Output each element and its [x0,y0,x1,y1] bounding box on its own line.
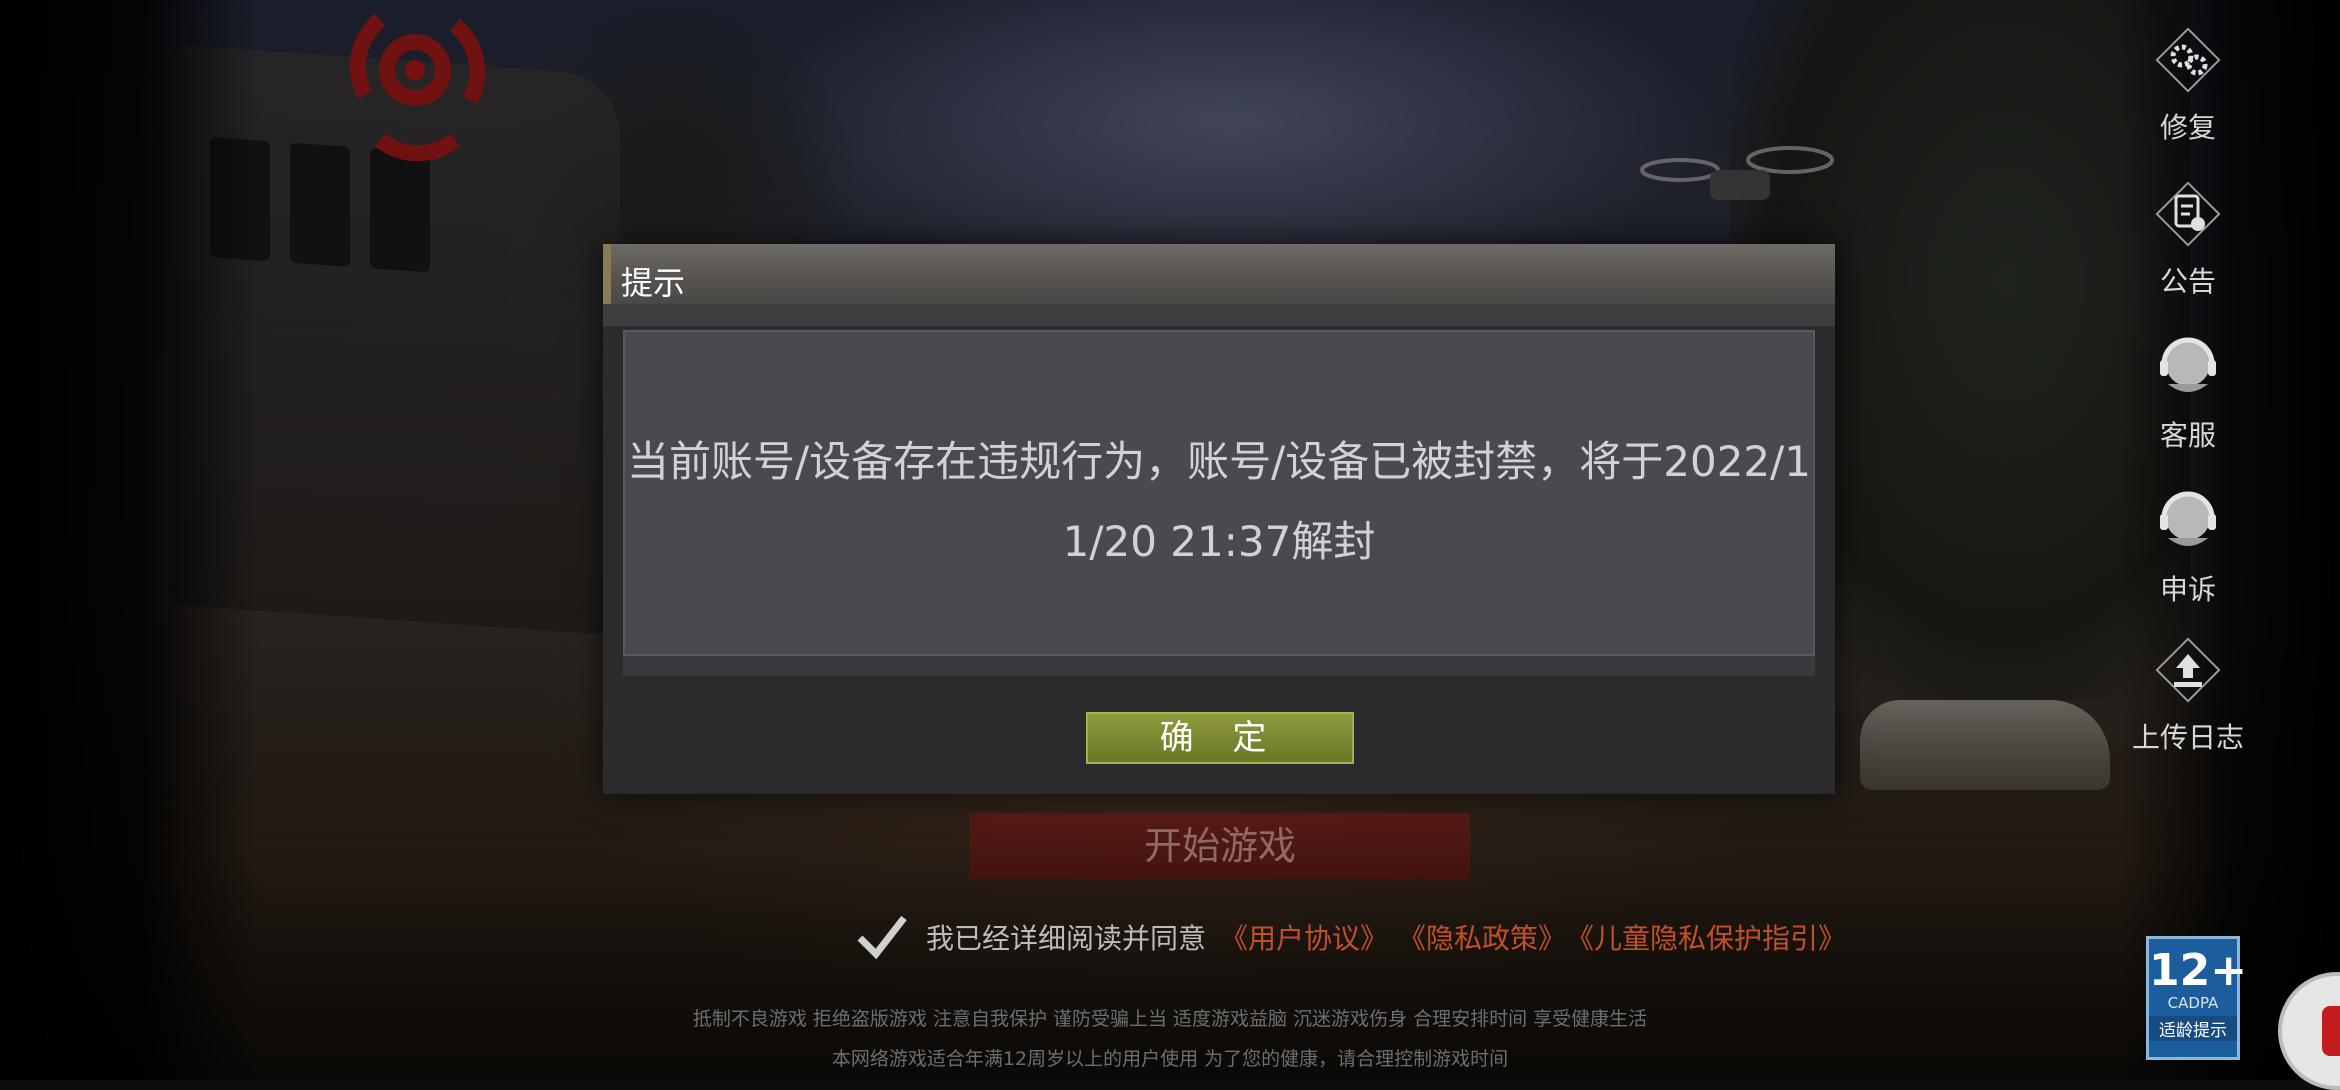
side-appeal-button[interactable]: 申诉 [2138,482,2238,608]
headset-icon [2160,491,2216,546]
gears-icon [2155,27,2221,93]
privacy-policy-link[interactable]: 《隐私政策》 [1398,917,1566,957]
drone-illustration [1640,146,1834,200]
agreement-row: 我已经详细阅读并同意 《用户协议》 《隐私政策》 《儿童隐私保护指引》 [856,912,1846,962]
agreement-text: 我已经详细阅读并同意 [926,922,1207,955]
notice-icon [2155,181,2221,247]
age-tip-label: 适龄提示 [2149,1016,2237,1041]
dialog-divider [603,304,1835,326]
message-panel-footer [623,656,1815,676]
start-game-button[interactable]: 开始游戏 [970,813,1470,879]
side-label: 公告 [2159,265,2216,298]
side-label: 修复 [2159,111,2216,144]
side-notice-button[interactable]: 公告 [2138,174,2238,300]
user-agreement-link[interactable]: 《用户协议》 [1220,917,1388,957]
side-label: 申诉 [2159,573,2216,606]
message-panel: 当前账号/设备存在违规行为，账号/设备已被封禁，将于2022/11/20 21:… [623,330,1815,656]
age-rating: 12+ [2149,945,2248,996]
side-label: 上传日志 [2131,721,2244,754]
biohazard-logo-icon [349,13,486,162]
age-advisory: 本网络游戏适合年满12周岁以上的用户使用 为了您的健康，请合理控制游戏时间 [831,1048,1509,1070]
headset-icon [2160,337,2216,392]
age-rating-badge[interactable]: 12+ CADPA 适龄提示 [2146,936,2248,1060]
rating-org: CADPA [2167,994,2219,1012]
side-label: 客服 [2159,419,2216,452]
child-privacy-link[interactable]: 《儿童隐私保护指引》 [1566,917,1846,957]
left-vignette [0,0,260,1080]
side-service-button[interactable]: 客服 [2138,328,2238,454]
agreement-checkbox-icon[interactable] [856,912,908,962]
dialog-title: 提示 [621,264,686,302]
notice-dialog: 提示 当前账号/设备存在违规行为，账号/设备已被封禁，将于2022/11/20 … [603,244,1835,794]
dialog-header: 提示 [603,244,1835,304]
side-upload-log-button[interactable]: 上传日志 [2132,630,2244,756]
side-repair-button[interactable]: 修复 [2138,20,2238,146]
health-advisory: 抵制不良游戏 拒绝盗版游戏 注意自我保护 谨防受骗上当 适度游戏益脑 沉迷游戏伤… [692,1008,1648,1030]
upload-icon [2155,637,2221,703]
confirm-button[interactable]: 确 定 [1086,712,1354,764]
ban-message: 当前账号/设备存在违规行为，账号/设备已被封禁，将于2022/11/20 21:… [626,437,1812,566]
